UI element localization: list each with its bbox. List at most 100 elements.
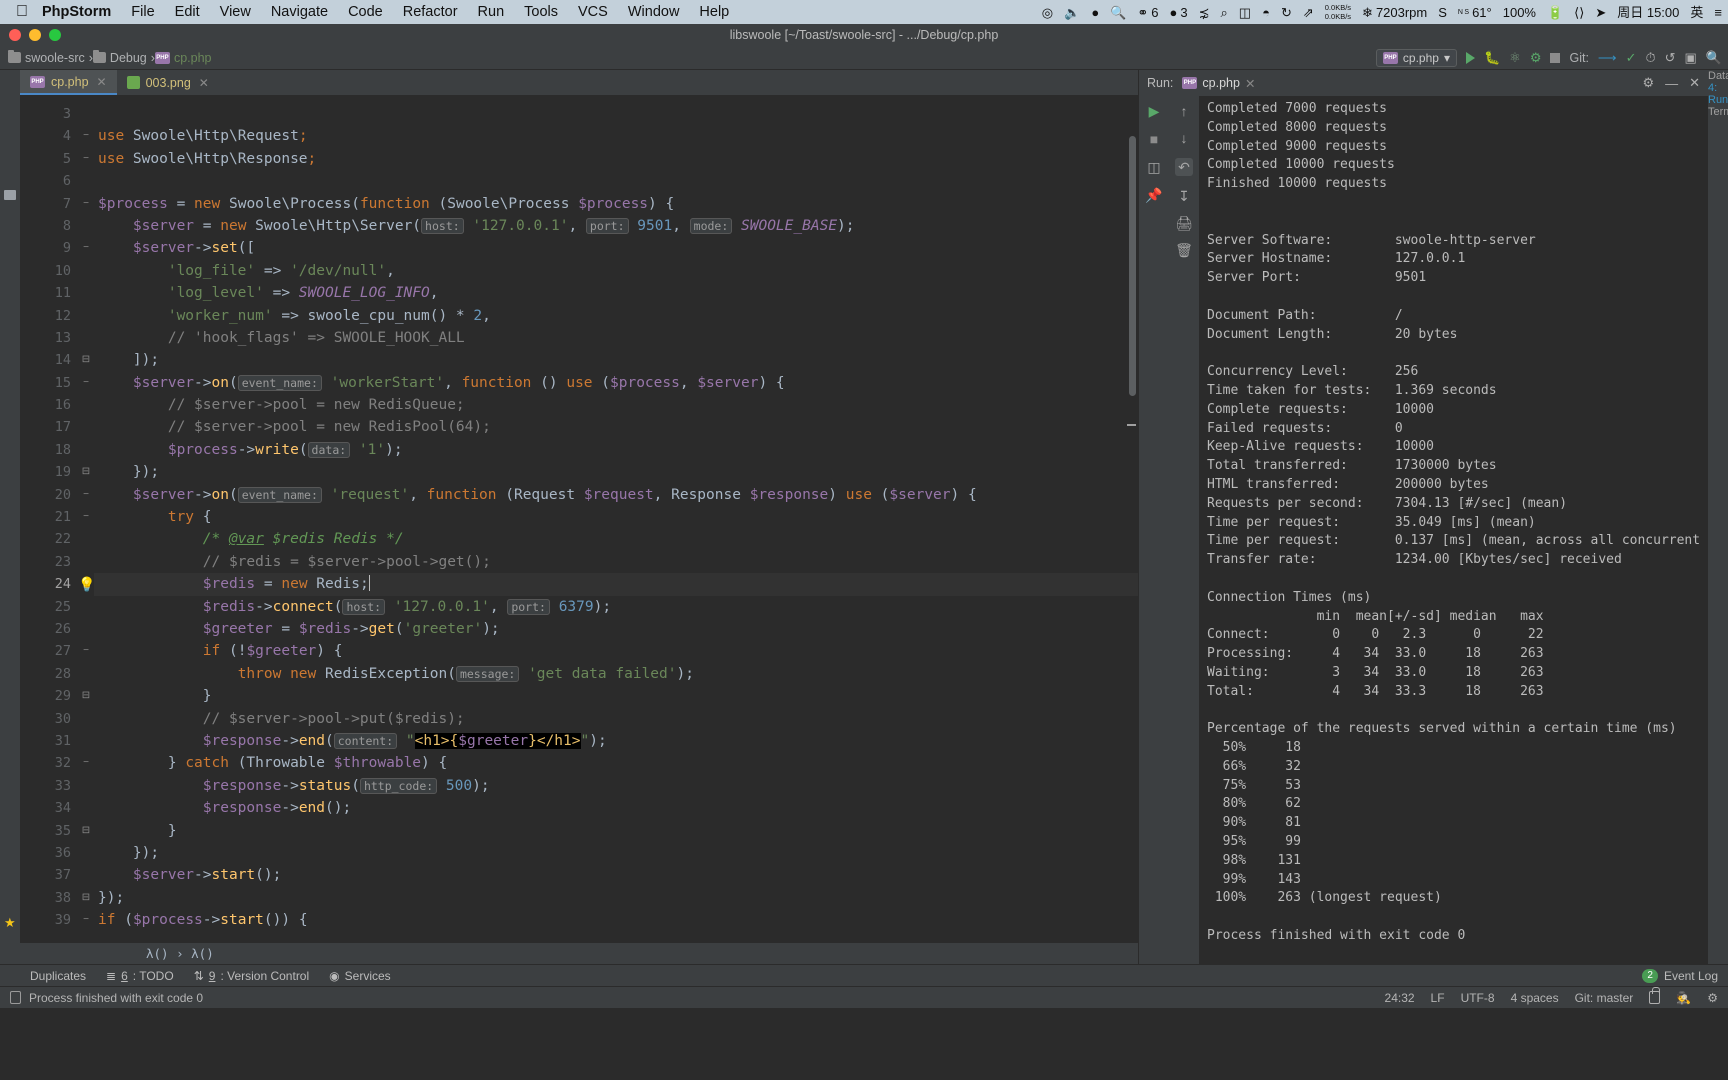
console-line[interactable]: Percentage of the requests served within… <box>1207 720 1708 739</box>
bottom-item-duplicates[interactable]: Duplicates <box>30 969 86 983</box>
console-line[interactable]: Total: 4 34 33.3 18 263 <box>1207 683 1708 702</box>
terminal-icon[interactable]: ▣ <box>1685 50 1697 66</box>
search-everywhere-icon[interactable]: 🔍 <box>1706 50 1722 66</box>
apple-logo-icon[interactable]:  <box>16 4 28 20</box>
battery-percent[interactable]: 100% <box>1503 6 1536 19</box>
editor-scrollbar[interactable] <box>1129 136 1136 396</box>
code-line[interactable]: } <box>94 685 1138 707</box>
sidebar-item-run[interactable]: 4: Run <box>1708 82 1728 106</box>
alfred-icon[interactable]: ⌕ <box>1221 6 1228 19</box>
console-line[interactable] <box>1207 344 1708 363</box>
battery-icon[interactable]: 🔋 <box>1547 6 1563 19</box>
code-line[interactable]: $server->on(event_name: 'workerStart', f… <box>94 372 1138 394</box>
code-line[interactable]: $server = new Swoole\Http\Server(host: '… <box>94 215 1138 237</box>
code-line[interactable]: $process->write(data: '1'); <box>94 439 1138 461</box>
print-icon[interactable]: 🖨 <box>1175 216 1193 230</box>
console-line[interactable]: 80% 62 <box>1207 795 1708 814</box>
codepoints-icon[interactable]: ⟨⟩ <box>1574 6 1584 19</box>
console-line[interactable]: Waiting: 3 34 33.0 18 263 <box>1207 664 1708 683</box>
run-coverage-button[interactable]: ⚛ <box>1509 50 1521 66</box>
debug-button[interactable]: 🐛 <box>1484 50 1500 66</box>
inspector-icon[interactable]: 🕵 <box>1676 991 1691 1005</box>
console-line[interactable]: Complete requests: 10000 <box>1207 401 1708 420</box>
fold-toggle-icon[interactable]: ⊟ <box>78 887 94 909</box>
code-line[interactable]: try { <box>94 506 1138 528</box>
console-line[interactable]: Failed requests: 0 <box>1207 420 1708 439</box>
fold-toggle-icon[interactable]: ⊟ <box>78 349 94 371</box>
console-line[interactable] <box>1207 702 1708 721</box>
commit-icon[interactable]: ✓ <box>1626 50 1637 66</box>
console-line[interactable]: Requests per second: 7304.13 [#/sec] (me… <box>1207 495 1708 514</box>
sync-problems-icon[interactable]: ⚙ <box>1707 991 1718 1005</box>
breadcrumb-file[interactable]: PHP cp.php <box>154 51 211 65</box>
menu-tools[interactable]: Tools <box>524 4 558 20</box>
event-log-button[interactable]: 2 Event Log <box>1642 968 1718 983</box>
fold-toggle-icon[interactable]: − <box>78 752 94 774</box>
menu-window[interactable]: Window <box>628 4 680 20</box>
fold-toggle-icon[interactable]: ⊟ <box>78 461 94 483</box>
console-line[interactable]: Finished 10000 requests <box>1207 175 1708 194</box>
code-line[interactable]: use Swoole\Http\Response; <box>94 148 1138 170</box>
shadowsocks-icon[interactable]: S <box>1438 6 1447 19</box>
code-line[interactable]: 'log_file' => '/dev/null', <box>94 260 1138 282</box>
stop-button[interactable] <box>1550 52 1561 63</box>
fold-toggle-icon[interactable]: − <box>78 506 94 528</box>
close-icon[interactable]: ✕ <box>1245 76 1255 91</box>
console-line[interactable] <box>1207 213 1708 232</box>
ime-icon[interactable]: 英 <box>1690 6 1703 19</box>
code-line[interactable]: $response->status(http_code: 500); <box>94 775 1138 797</box>
up-arrow-icon[interactable]: ↑ <box>1181 104 1188 118</box>
menu-help[interactable]: Help <box>699 4 729 20</box>
code-line[interactable]: 'log_level' => SWOOLE_LOG_INFO, <box>94 282 1138 304</box>
console-output[interactable]: Completed 7000 requests Completed 8000 re… <box>1199 96 1708 964</box>
menu-vcs[interactable]: VCS <box>578 4 608 20</box>
file-encoding[interactable]: UTF-8 <box>1461 991 1495 1005</box>
fold-toggle-icon[interactable]: ⊟ <box>78 820 94 842</box>
code-line[interactable]: // $server->pool->put($redis); <box>94 708 1138 730</box>
code-line[interactable]: }); <box>94 461 1138 483</box>
console-line[interactable]: Transfer rate: 1234.00 [Kbytes/sec] rece… <box>1207 551 1708 570</box>
code-line[interactable]: /* @var $redis Redis */ <box>94 528 1138 550</box>
console-line[interactable]: 50% 18 <box>1207 739 1708 758</box>
snapchat-icon[interactable]: ● <box>1091 6 1099 19</box>
timemachine-icon[interactable]: ↻ <box>1281 6 1292 19</box>
minimize-icon[interactable]: — <box>1665 76 1678 91</box>
wechat-icon[interactable]: ⚭ 6 <box>1137 6 1158 19</box>
git-branch[interactable]: Git: master <box>1575 991 1634 1005</box>
code-line[interactable]: throw new RedisException(message: 'get d… <box>94 663 1138 685</box>
fold-toggle-icon[interactable]: ⊟ <box>78 685 94 707</box>
code-line[interactable]: ]); <box>94 349 1138 371</box>
console-line[interactable]: Completed 10000 requests <box>1207 156 1708 175</box>
console-line[interactable]: 99% 143 <box>1207 871 1708 890</box>
scroll-to-end-icon[interactable]: ↧ <box>1178 189 1190 203</box>
code-folding-gutter[interactable]: − − − − ⊟ − ⊟ − − 💡 − ⊟ − ⊟ ⊟ − <box>78 96 95 942</box>
run-tab[interactable]: PHP cp.php ✕ <box>1182 76 1255 91</box>
profile-button[interactable]: ⚙ <box>1530 50 1542 66</box>
console-line[interactable]: Keep-Alive requests: 10000 <box>1207 438 1708 457</box>
code-line[interactable]: // 'hook_flags' => SWOOLE_HOOK_ALL <box>94 327 1138 349</box>
zhihu-icon[interactable]: ⋨ <box>1199 6 1210 19</box>
console-line[interactable]: 98% 131 <box>1207 852 1708 871</box>
code-line[interactable]: 'worker_num' => swoole_cpu_num() * 2, <box>94 305 1138 327</box>
close-icon[interactable]: ✕ <box>1689 75 1700 91</box>
console-line[interactable]: 90% 81 <box>1207 814 1708 833</box>
console-line[interactable]: Document Length: 20 bytes <box>1207 326 1708 345</box>
code-line[interactable]: $process = new Swoole\Process(function (… <box>94 193 1138 215</box>
console-line[interactable]: Completed 8000 requests <box>1207 119 1708 138</box>
console-line[interactable]: Connection Times (ms) <box>1207 589 1708 608</box>
code-line[interactable]: if ($process->start()) { <box>94 909 1138 931</box>
code-line[interactable]: // $server->pool = new RedisQueue; <box>94 394 1138 416</box>
macos-app-name[interactable]: PhpStorm <box>42 4 111 20</box>
bottom-item-todo[interactable]: ≣ 6: TODO <box>106 969 174 983</box>
code-content[interactable]: use Swoole\Http\Request; use Swoole\Http\… <box>94 96 1138 942</box>
menu-code[interactable]: Code <box>348 4 383 20</box>
fold-toggle-icon[interactable]: − <box>78 372 94 394</box>
console-line[interactable] <box>1207 288 1708 307</box>
line-separator[interactable]: LF <box>1431 991 1445 1005</box>
code-line[interactable]: // $redis = $server->pool->get(); <box>94 551 1138 573</box>
console-line[interactable]: Process finished with exit code 0 <box>1207 927 1708 946</box>
code-line[interactable]: $server->on(event_name: 'request', funct… <box>94 484 1138 506</box>
editor-breadcrumb[interactable]: λ() › λ() <box>20 942 1138 964</box>
console-line[interactable]: Document Path: / <box>1207 307 1708 326</box>
fold-toggle-icon[interactable]: − <box>78 125 94 147</box>
